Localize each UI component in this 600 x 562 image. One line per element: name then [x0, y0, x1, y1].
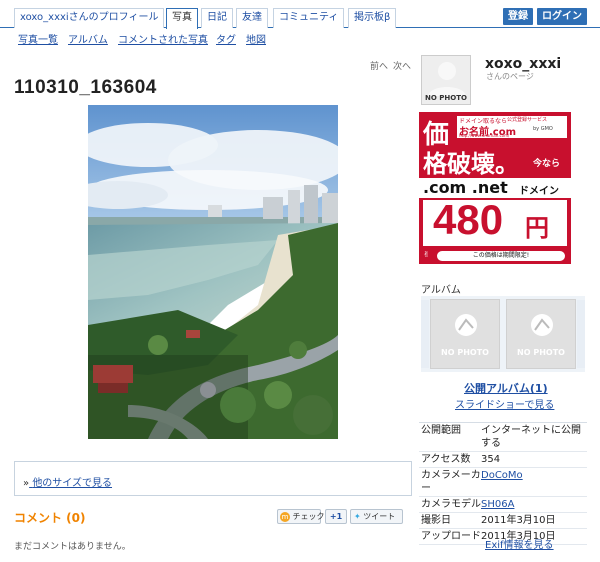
login-button[interactable]: ログイン — [537, 8, 587, 25]
tab-board[interactable]: 掲示板β — [348, 8, 397, 28]
domain-ad-banner[interactable]: 価 ドメイン取るなら 公式登録サービス お名前.com by GMO http:… — [419, 112, 571, 264]
info-row: カメラメーカー DoCoMo — [419, 468, 587, 497]
info-key: 撮影日 — [421, 515, 451, 526]
ad-price-box: 480 円 — [423, 196, 567, 246]
info-value: DoCoMo — [481, 468, 587, 496]
ad-now: 今なら — [533, 159, 561, 169]
info-key: カメラモデル — [421, 499, 481, 510]
photo-info-table: 公開範囲 インターネットに公開する アクセス数 354 カメラメーカー DoCo… — [419, 422, 587, 545]
info-value: 354 — [481, 454, 501, 465]
username[interactable]: xoxo_xxxi — [485, 56, 561, 72]
subnav-tags[interactable]: タグ — [216, 31, 236, 46]
ad-price: 480 — [433, 196, 504, 243]
ad-headline: 格破壊。 — [423, 149, 519, 178]
plus-one-button[interactable]: +1 — [325, 509, 347, 524]
info-key: アクセス数 — [421, 454, 471, 465]
camera-maker-link[interactable]: DoCoMo — [481, 470, 523, 481]
ad-brand-box: ドメイン取るなら 公式登録サービス お名前.com by GMO http://… — [457, 116, 567, 138]
album-prev-arrow[interactable] — [421, 300, 429, 368]
album-thumb[interactable]: NO PHOTO — [430, 299, 500, 369]
no-comments-text: まだコメントはありません。 — [14, 542, 131, 552]
tweet-label: ツイート — [363, 512, 396, 521]
no-photo-icon — [455, 314, 477, 336]
ad-note: この価格は期間限定! — [437, 251, 565, 261]
public-album-link[interactable]: 公開アルバム(1) — [464, 380, 548, 396]
info-value: SH06A — [481, 497, 587, 512]
tab-diary[interactable]: 日記 — [201, 8, 233, 28]
other-sizes-prefix: » — [23, 478, 30, 489]
twitter-bird-icon: ✦ — [354, 512, 361, 521]
avatar-silhouette-icon — [428, 62, 466, 96]
album-carousel: NO PHOTO NO PHOTO — [421, 296, 585, 372]
photo-image — [88, 105, 338, 439]
ad-brand-sub: 公式登録サービス — [507, 117, 548, 123]
photo-title: 110310_163604 — [14, 77, 157, 98]
ad-domains: .com .net — [423, 178, 508, 197]
avatar[interactable]: NO PHOTO — [421, 55, 471, 105]
subnav-commented-photos[interactable]: コメントされた写真 — [118, 31, 208, 46]
info-row: アクセス数 354 — [419, 452, 587, 468]
top-navigation: xoxo_xxxiさんのプロフィール 写真 日記 友達 コミュニティ 掲示板β … — [0, 0, 600, 29]
info-key: カメラメーカー — [421, 470, 481, 494]
tab-community[interactable]: コミュニティ — [273, 8, 345, 28]
info-row: カメラモデル SH06A — [419, 497, 587, 513]
photo-subnav: 写真一覧 アルバム コメントされた写真 タグ 地図 — [0, 28, 600, 46]
info-row: 撮影日 2011年3月10日 — [419, 513, 587, 529]
album-next-arrow[interactable] — [577, 300, 585, 368]
album-thumb-label: NO PHOTO — [517, 348, 565, 357]
info-key: アップロード — [421, 531, 481, 542]
info-value: 2011年3月10日 — [481, 515, 556, 526]
check-icon: m — [280, 511, 290, 522]
ad-url: http://www.onamae.com/ — [459, 133, 510, 138]
user-page-subtitle: さんのページ — [486, 72, 534, 81]
check-button[interactable]: m チェック — [277, 509, 325, 524]
main-photo[interactable] — [88, 105, 338, 439]
other-sizes-box: » 他のサイズで見る — [14, 461, 412, 496]
register-button[interactable]: 登録 — [503, 8, 533, 25]
next-link[interactable]: 次へ — [393, 59, 411, 72]
ad-domain-word: ドメイン — [519, 186, 559, 197]
album-section-label: アルバム — [421, 285, 461, 296]
tab-profile[interactable]: xoxo_xxxiさんのプロフィール — [14, 8, 165, 28]
other-sizes-label[interactable]: 他のサイズで見る — [32, 478, 112, 489]
prev-link[interactable]: 前へ — [370, 59, 388, 72]
tweet-button[interactable]: ✦ ツイート — [350, 509, 403, 524]
info-value: インターネットに公開する — [481, 425, 581, 449]
album-thumb[interactable]: NO PHOTO — [506, 299, 576, 369]
camera-model-link[interactable]: SH06A — [481, 499, 514, 510]
no-photo-icon — [531, 314, 553, 336]
check-label: チェック — [292, 512, 325, 521]
info-key: 公開範囲 — [421, 425, 461, 436]
ad-gmo: by GMO — [533, 126, 553, 132]
subnav-photo-list[interactable]: 写真一覧 — [18, 31, 58, 46]
ad-domain-strip: .com .net ドメイン — [419, 178, 571, 198]
comment-heading: コメント (0) — [14, 511, 86, 525]
other-sizes-link[interactable]: » 他のサイズで見る — [23, 474, 112, 489]
avatar-no-photo-label: NO PHOTO — [425, 94, 467, 102]
album-thumb-label: NO PHOTO — [441, 348, 489, 357]
slideshow-link[interactable]: スライドショーで見る — [455, 396, 554, 411]
subnav-albums[interactable]: アルバム — [68, 31, 108, 46]
exif-info-link[interactable]: Exif情報を見る — [485, 536, 554, 551]
ad-yen: 円 — [525, 214, 549, 242]
tab-photos[interactable]: 写真 — [166, 8, 198, 29]
ad-thumb-icon: ✌ — [423, 250, 430, 259]
info-row: 公開範囲 インターネットに公開する — [419, 423, 587, 452]
subnav-map[interactable]: 地図 — [246, 31, 266, 46]
tab-friends[interactable]: 友達 — [236, 8, 268, 28]
